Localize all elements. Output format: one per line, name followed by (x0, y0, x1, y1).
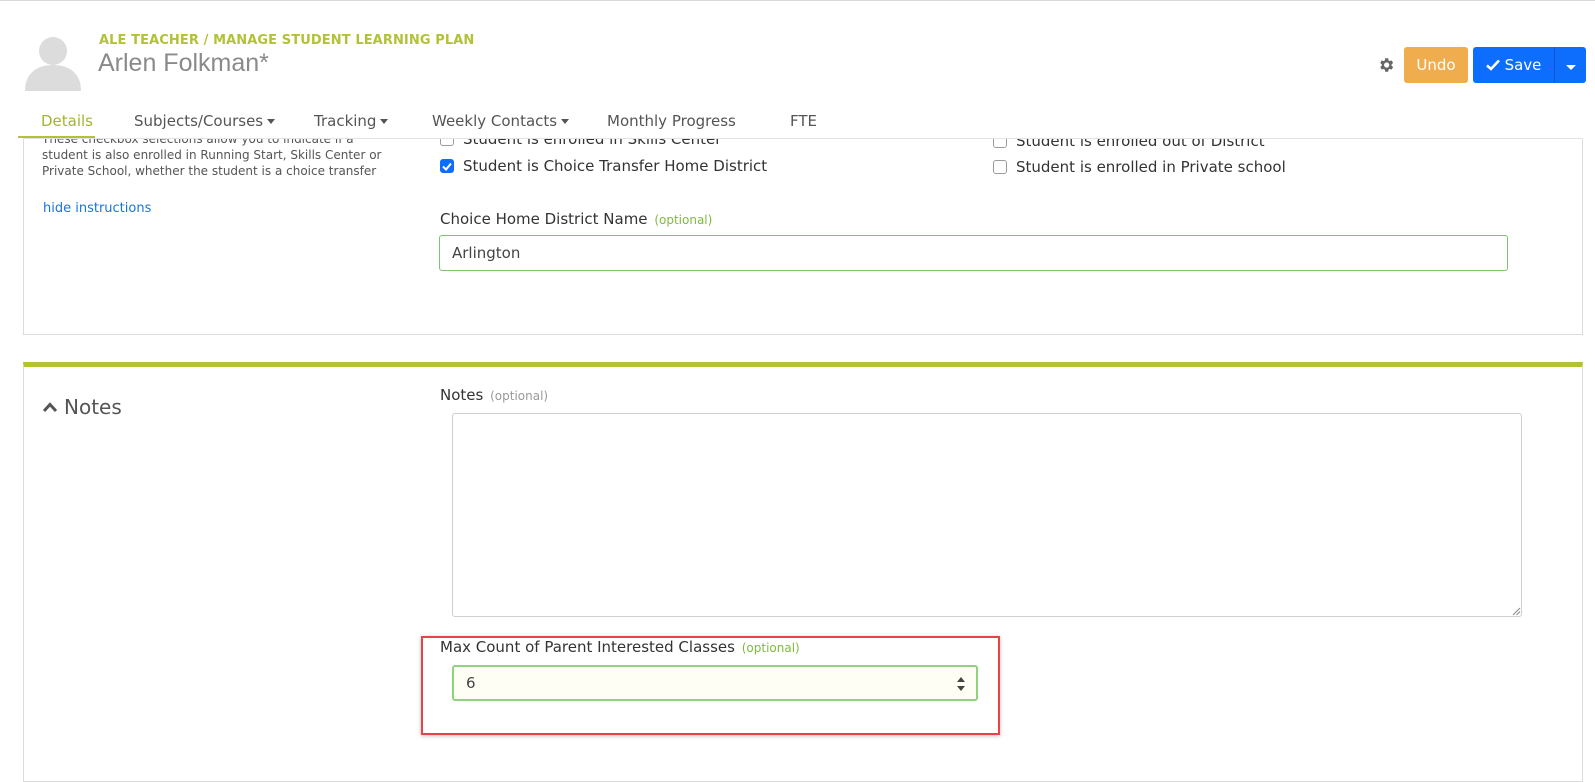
save-button[interactable]: Save (1473, 47, 1554, 83)
check-icon (1485, 59, 1500, 71)
optional-tag: (optional) (741, 641, 800, 655)
checkbox-row-private-school[interactable]: Student is enrolled in Private school (993, 158, 1286, 176)
chevron-down-icon (1565, 64, 1576, 70)
checkbox-label: Student is enrolled in Private school (1016, 158, 1286, 176)
tab-tracking[interactable]: Tracking (314, 112, 389, 130)
out-of-district-checkbox[interactable] (993, 139, 1007, 148)
caret-down-icon (267, 118, 276, 124)
top-border (0, 0, 1595, 1)
notes-heading-label: Notes (64, 395, 122, 419)
label-text: Notes (440, 386, 484, 404)
max-count-value: 6 (466, 674, 476, 692)
max-count-input[interactable]: 6 (452, 665, 978, 701)
private-school-checkbox[interactable] (993, 160, 1007, 174)
tab-label: Tracking (314, 112, 377, 130)
avatar-icon (25, 37, 81, 91)
hide-instructions-link[interactable]: hide instructions (43, 201, 151, 216)
optional-tag: (optional) (654, 213, 713, 227)
label-text: Max Count of Parent Interested Classes (440, 638, 735, 656)
checkbox-label: Student is enrolled in Skills Center (463, 139, 722, 148)
undo-button[interactable]: Undo (1404, 47, 1468, 83)
optional-tag: (optional) (490, 389, 549, 403)
tab-fte[interactable]: FTE (790, 112, 817, 130)
page-title: Arlen Folkman* (98, 49, 269, 77)
instructions-text: These checkbox selections allow you to i… (42, 139, 382, 178)
tab-label: Details (41, 112, 94, 130)
tab-details[interactable]: Details (41, 112, 93, 130)
check-icon (442, 162, 452, 171)
notes-collapse-toggle[interactable]: Notes (42, 395, 122, 419)
tab-label: FTE (790, 112, 818, 130)
notes-section: Notes Notes (optional) Max Count of Pare… (23, 362, 1583, 782)
active-tab-indicator (18, 136, 95, 138)
choice-transfer-checkbox[interactable] (440, 159, 454, 173)
notes-label: Notes (optional) (440, 386, 548, 404)
checkbox-label: Student is Choice Transfer Home District (463, 157, 768, 175)
caret-down-icon (561, 118, 570, 124)
tab-label: Monthly Progress (607, 112, 736, 130)
tab-monthly-progress[interactable]: Monthly Progress (607, 112, 736, 130)
checkbox-label: Student is enrolled out of District (1016, 139, 1265, 150)
save-button-label: Save (1504, 56, 1542, 74)
number-spinner-icon[interactable] (956, 675, 966, 693)
checkbox-row-skills-center[interactable]: Student is enrolled in Skills Center (440, 139, 721, 148)
breadcrumb: ALE TEACHER / MANAGE STUDENT LEARNING PL… (99, 33, 475, 48)
resize-handle-icon[interactable] (1512, 607, 1521, 616)
home-district-label: Choice Home District Name (optional) (440, 210, 712, 228)
enrollment-section: These checkbox selections allow you to i… (23, 139, 1583, 335)
save-options-dropdown[interactable] (1554, 47, 1586, 83)
checkbox-row-out-of-district[interactable]: Student is enrolled out of District (993, 139, 1265, 150)
tab-subjects-courses[interactable]: Subjects/Courses (134, 112, 276, 130)
home-district-input[interactable] (439, 235, 1508, 271)
label-text: Choice Home District Name (440, 210, 648, 228)
max-count-label: Max Count of Parent Interested Classes (… (440, 638, 800, 656)
tab-label: Weekly Contacts (432, 112, 558, 130)
tab-bar: Details Subjects/Courses Tracking Weekly… (23, 106, 1583, 138)
skills-center-checkbox[interactable] (440, 139, 454, 146)
tab-weekly-contacts[interactable]: Weekly Contacts (432, 112, 570, 130)
notes-textarea[interactable] (452, 413, 1522, 617)
caret-down-icon (380, 118, 389, 124)
gear-icon[interactable] (1377, 56, 1395, 74)
checkbox-row-choice-transfer[interactable]: Student is Choice Transfer Home District (440, 157, 767, 175)
chevron-up-icon (42, 402, 58, 413)
tab-label: Subjects/Courses (134, 112, 264, 130)
